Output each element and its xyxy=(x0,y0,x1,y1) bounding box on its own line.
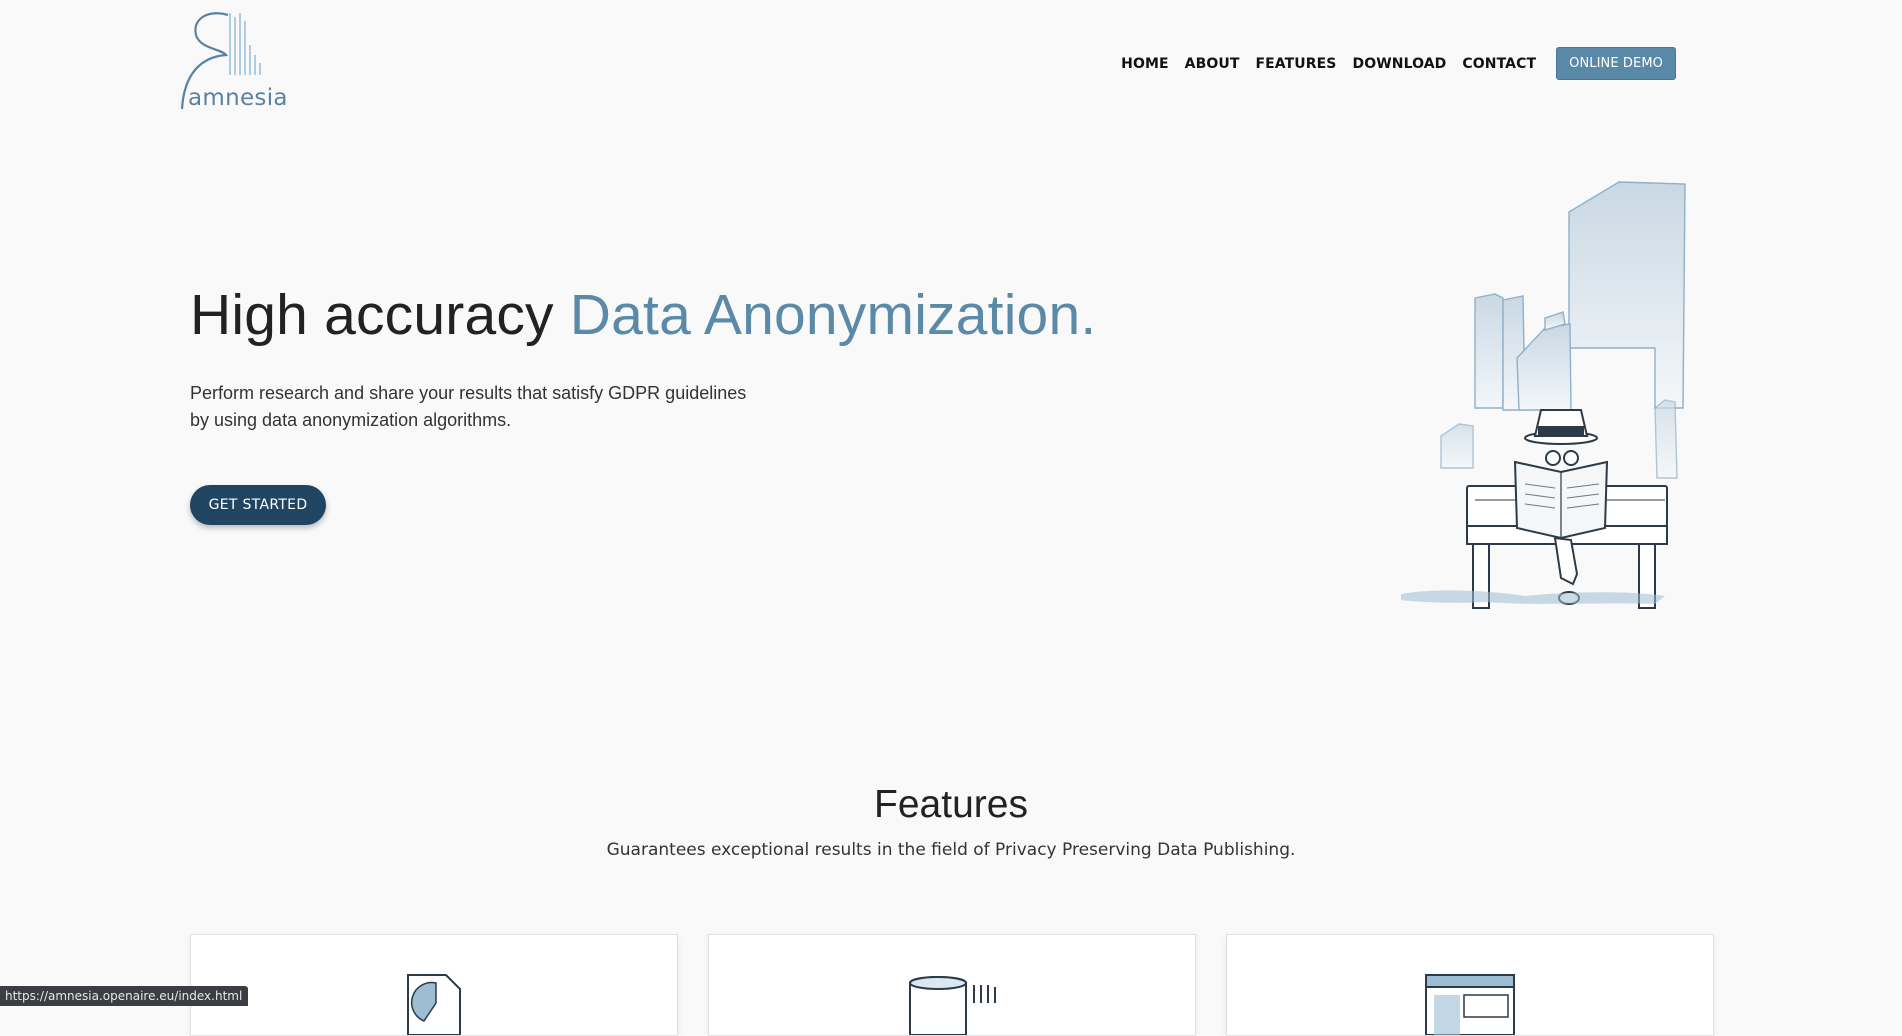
get-started-button[interactable]: GET STARTED xyxy=(190,485,326,525)
online-demo-button[interactable]: ONLINE DEMO xyxy=(1556,47,1676,80)
man xyxy=(1513,409,1609,605)
logo-wordmark: amnesia xyxy=(188,85,288,111)
nav-download[interactable]: DOWNLOAD xyxy=(1353,56,1447,72)
features-subtitle: Guarantees exceptional results in the fi… xyxy=(606,840,1296,860)
feature-card-2[interactable] xyxy=(708,934,1196,1036)
hero-title: High accuracy Data Anonymization. xyxy=(190,282,1096,348)
features-title: Features xyxy=(874,783,1028,826)
main-nav: HOME ABOUT FEATURES DOWNLOAD CONTACT ONL… xyxy=(1105,47,1676,80)
nav-contact[interactable]: CONTACT xyxy=(1462,56,1536,72)
nav-features[interactable]: FEATURES xyxy=(1255,56,1336,72)
database-icon xyxy=(909,976,996,1035)
site-header: amnesia HOME ABOUT FEATURES DOWNLOAD CON… xyxy=(0,0,1902,120)
hero-subtitle-line1: Perform research and share your results … xyxy=(190,383,747,403)
nav-about[interactable]: ABOUT xyxy=(1185,56,1240,72)
hero-title-plain: High accuracy xyxy=(190,283,570,347)
ground-wash xyxy=(1401,590,1665,604)
man-reading-newspaper-on-bench-illustration xyxy=(1401,181,1686,609)
browser-window-icon xyxy=(1425,974,1515,1035)
feature-card-3[interactable] xyxy=(1226,934,1714,1036)
nav-home[interactable]: HOME xyxy=(1121,56,1169,72)
feature-card-1[interactable] xyxy=(190,934,678,1036)
hero-subtitle: Perform research and share your results … xyxy=(190,380,790,434)
pie-chart-document-icon xyxy=(407,974,461,1035)
status-bar-url: https://amnesia.openaire.eu/index.html xyxy=(0,986,249,1006)
hero-subtitle-line2: by using data anonymization algorithms. xyxy=(190,410,512,430)
amnesia-logo[interactable]: amnesia xyxy=(178,5,287,111)
hero-title-accent: Data Anonymization. xyxy=(569,283,1097,347)
